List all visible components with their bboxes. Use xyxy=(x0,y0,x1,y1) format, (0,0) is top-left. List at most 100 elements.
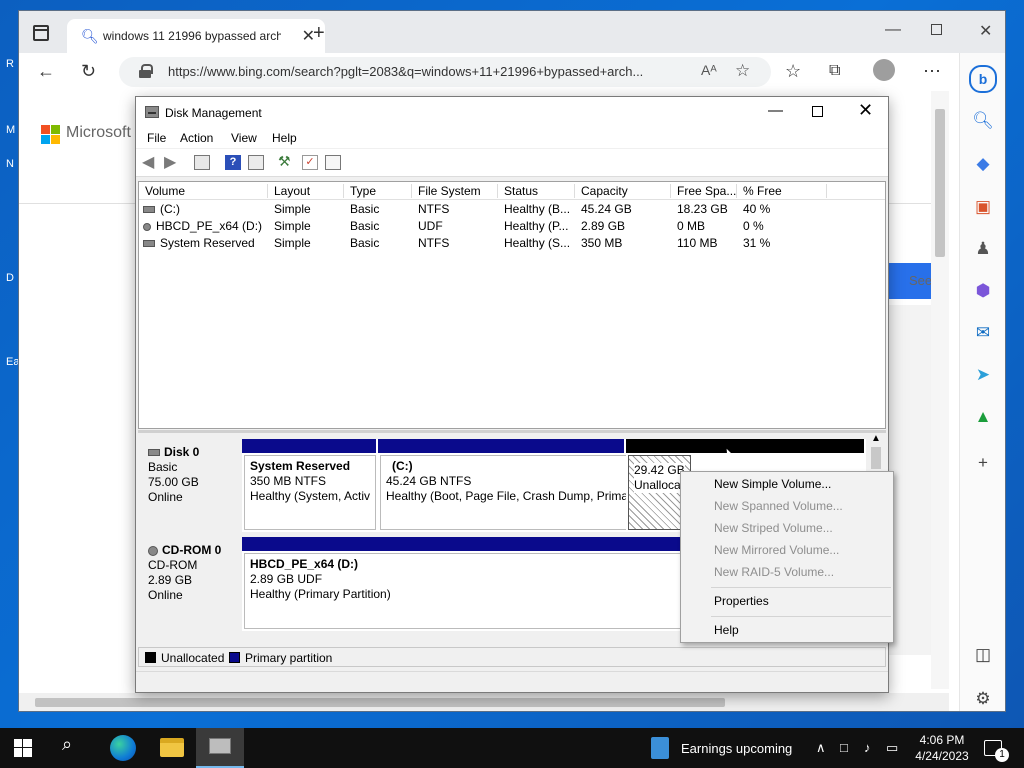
file-explorer-icon[interactable] xyxy=(160,738,184,757)
lock-icon[interactable] xyxy=(139,64,153,78)
pane-splitter[interactable] xyxy=(138,430,886,433)
forward-arrow-icon[interactable]: ▶ xyxy=(164,152,180,171)
outlook-icon[interactable]: ✉ xyxy=(971,321,995,345)
maximize-icon[interactable] xyxy=(812,106,823,117)
maximize-icon[interactable] xyxy=(931,24,942,35)
menu-item-new-raid5-volume[interactable]: New RAID-5 Volume... xyxy=(714,565,834,579)
toolbar: ◀ ▶ ? ⚒ ✓ xyxy=(136,149,888,177)
connect-icon[interactable]: ⚒ xyxy=(278,153,294,169)
browser-tab[interactable]: 🔍︎ windows 11 21996 bypassed arch ✕ xyxy=(67,19,325,53)
column-header[interactable]: Free Spa... xyxy=(671,184,737,198)
menu-item-new-spanned-volume[interactable]: New Spanned Volume... xyxy=(714,499,843,513)
address-bar[interactable]: https://www.bing.com/search?pglt=2083&q=… xyxy=(119,57,771,87)
new-tab-icon[interactable]: + xyxy=(313,23,325,43)
volume-list: Volume Layout Type File System Status Ca… xyxy=(138,181,886,429)
office-icon[interactable]: ⬢ xyxy=(971,279,995,303)
add-favorite-icon[interactable]: ☆ xyxy=(735,61,750,81)
scroll-up-icon[interactable]: ▲ xyxy=(871,433,881,444)
show-hidden-icons-icon[interactable]: ∧ xyxy=(816,740,826,756)
menu-item-properties[interactable]: Properties xyxy=(714,594,769,608)
collections-icon[interactable]: ⧉ xyxy=(829,61,840,81)
properties-icon[interactable] xyxy=(325,155,341,170)
refresh-icon[interactable]: ↻ xyxy=(81,61,96,81)
help-icon[interactable]: ? xyxy=(225,155,241,170)
menu-item-new-mirrored-volume[interactable]: New Mirrored Volume... xyxy=(714,543,839,557)
read-aloud-icon[interactable]: Aᴬ xyxy=(701,62,717,78)
edge-browser-icon[interactable] xyxy=(110,735,136,761)
legend-label: Unallocated xyxy=(161,651,225,665)
partition-system-reserved[interactable]: System Reserved 350 MB NTFS Healthy (Sys… xyxy=(242,439,377,532)
menu-help[interactable]: Help xyxy=(272,131,297,145)
settings-gear-icon[interactable]: ⚙ xyxy=(971,687,995,711)
list-view-icon[interactable] xyxy=(248,155,264,170)
menu-item-help[interactable]: Help xyxy=(714,623,739,637)
back-arrow-icon[interactable]: ◀ xyxy=(142,152,158,171)
disk-label[interactable]: CD-ROM 0 CD-ROM 2.89 GB Online xyxy=(138,537,240,631)
more-icon[interactable]: ⋯ xyxy=(923,61,941,81)
menu-action[interactable]: Action xyxy=(180,131,213,145)
table-row[interactable]: (C:) Simple Basic NTFS Healthy (B... 45.… xyxy=(139,201,885,218)
table-row[interactable]: HBCD_PE_x64 (D:) Simple Basic UDF Health… xyxy=(139,218,885,235)
bing-chat-icon[interactable]: b xyxy=(969,65,997,93)
news-widget-icon[interactable] xyxy=(651,737,669,759)
shopping-tag-icon[interactable]: ◆ xyxy=(971,152,995,176)
close-window-icon[interactable]: ✕ xyxy=(979,21,992,41)
table-row[interactable]: System Reserved Simple Basic NTFS Health… xyxy=(139,235,885,252)
column-header[interactable]: Type xyxy=(344,184,412,198)
search-icon[interactable]: ⌕ xyxy=(62,734,88,758)
favorites-icon[interactable]: ☆ xyxy=(785,61,801,81)
column-header[interactable]: Capacity xyxy=(575,184,671,198)
keyboard-icon[interactable]: ▭ xyxy=(886,740,898,756)
search-icon[interactable]: 🔍︎ xyxy=(971,109,995,133)
console-tree-icon[interactable] xyxy=(194,155,210,170)
profile-icon[interactable] xyxy=(873,59,895,81)
column-header[interactable]: Status xyxy=(498,184,575,198)
menu-item-new-striped-volume[interactable]: New Striped Volume... xyxy=(714,521,833,535)
menu-view[interactable]: View xyxy=(231,131,257,145)
clock-time[interactable]: 4:06 PM xyxy=(916,733,968,747)
scroll-thumb[interactable] xyxy=(935,109,945,257)
tab-actions-icon[interactable] xyxy=(33,25,49,41)
clock-date[interactable]: 4/24/2023 xyxy=(912,749,972,763)
disk-label[interactable]: Disk 0 Basic 75.00 GB Online xyxy=(138,439,240,532)
tools-briefcase-icon[interactable]: ▣ xyxy=(971,195,995,219)
menu-item-new-simple-volume[interactable]: New Simple Volume... xyxy=(714,477,831,491)
column-header[interactable]: % Free xyxy=(737,184,827,198)
layout-cell: Simple xyxy=(274,219,311,233)
disk-name: CD-ROM 0 xyxy=(162,543,222,557)
partition-c[interactable]: (C:) 45.24 GB NTFS Healthy (Boot, Page F… xyxy=(378,439,635,532)
column-header[interactable]: File System xyxy=(412,184,498,198)
scroll-thumb[interactable] xyxy=(35,698,725,707)
horizontal-scrollbar[interactable] xyxy=(19,693,949,711)
minimize-icon[interactable]: — xyxy=(885,21,901,39)
back-icon[interactable]: ← xyxy=(37,61,55,81)
news-widget-text[interactable]: Earnings upcoming xyxy=(681,741,792,756)
tree-icon[interactable]: ▲ xyxy=(971,405,995,429)
menu-file[interactable]: File xyxy=(147,131,166,145)
send-icon[interactable]: ➤ xyxy=(971,363,995,387)
sidebar-layout-icon[interactable]: ◫ xyxy=(971,643,995,667)
desktop-icon-label[interactable]: N xyxy=(6,158,14,170)
games-icon[interactable]: ♟ xyxy=(971,237,995,261)
desktop-icon-label[interactable]: M xyxy=(6,124,15,136)
desktop-icon-label[interactable]: D xyxy=(6,272,14,284)
column-header[interactable]: Volume xyxy=(139,184,268,198)
volume-icon[interactable]: ♪ xyxy=(864,740,871,755)
column-header[interactable]: Layout xyxy=(268,184,344,198)
vertical-scrollbar[interactable] xyxy=(931,91,949,689)
start-windows-icon[interactable] xyxy=(14,739,32,757)
bing-logo-text[interactable]: Microsoft B xyxy=(66,124,146,142)
url-text[interactable]: https://www.bing.com/search?pglt=2083&q=… xyxy=(168,64,698,79)
scroll-thumb[interactable] xyxy=(871,447,881,469)
minimize-icon[interactable]: — xyxy=(768,102,783,119)
microsoft-logo-icon xyxy=(41,125,61,145)
network-icon[interactable]: □ xyxy=(840,740,848,755)
close-icon[interactable]: ✕ xyxy=(858,100,873,121)
add-icon[interactable]: + xyxy=(971,451,995,475)
see-label[interactable]: See xyxy=(909,273,932,288)
disk-kind: Basic xyxy=(148,460,178,474)
desktop-icon-label[interactable]: R xyxy=(6,58,14,70)
taskbar-active-app[interactable] xyxy=(196,728,244,768)
check-icon[interactable]: ✓ xyxy=(302,155,318,170)
tab-title: windows 11 21996 bypassed arch xyxy=(103,29,281,43)
